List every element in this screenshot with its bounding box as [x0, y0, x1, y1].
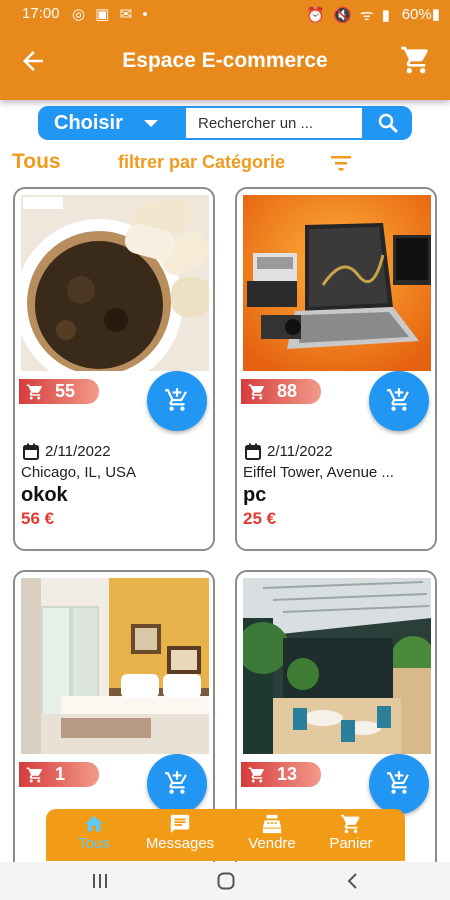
- product-date: 2/11/2022: [267, 443, 333, 460]
- filter-by-category[interactable]: filtrer par Catégorie: [118, 152, 285, 173]
- filter-all[interactable]: Tous: [12, 150, 61, 174]
- back-icon[interactable]: [343, 871, 363, 891]
- cart-icon: [340, 814, 360, 834]
- stock-badge: 1: [19, 762, 99, 787]
- nav-vendre[interactable]: Vendre: [232, 809, 312, 861]
- system-icons: ⏰ 🔇 ᯤ ▮: [306, 7, 392, 24]
- add-to-cart-button[interactable]: [369, 371, 429, 431]
- nav-messages[interactable]: Messages: [140, 809, 220, 861]
- caret-down-icon: [144, 120, 158, 127]
- stock-count: 55: [55, 381, 76, 401]
- stock-badge: 88: [241, 379, 321, 404]
- notification-icons: ◎ ▣ ✉ •: [72, 6, 151, 23]
- home-button-icon[interactable]: [216, 871, 236, 891]
- cart-icon[interactable]: [400, 44, 432, 76]
- stock-badge: 55: [19, 379, 99, 404]
- search-bar: Choisir: [38, 106, 412, 140]
- product-card[interactable]: 88 2/11/2022 Eiffel Tower, Avenue ... pc…: [235, 187, 437, 551]
- message-icon: [170, 814, 190, 834]
- product-name: okok: [21, 484, 68, 506]
- nav-panier[interactable]: Panier: [311, 809, 391, 861]
- add-cart-icon: [165, 388, 187, 411]
- product-image: [243, 195, 431, 371]
- add-to-cart-button[interactable]: [369, 754, 429, 814]
- bottom-navigation: Tous Messages Vendre Panier: [46, 809, 405, 861]
- filter-icon[interactable]: [330, 153, 352, 173]
- status-time: 17:00: [22, 5, 60, 22]
- home-icon: [84, 815, 104, 832]
- cash-register-icon: [262, 814, 282, 834]
- add-to-cart-button[interactable]: [147, 754, 207, 814]
- search-icon: [378, 113, 398, 133]
- category-dropdown[interactable]: Choisir: [38, 106, 184, 140]
- product-location: Eiffel Tower, Avenue ...: [243, 464, 394, 481]
- nav-label: Messages: [145, 835, 215, 852]
- cart-icon: [26, 384, 42, 400]
- calendar-icon: [245, 443, 261, 460]
- app-bar: 17:00 ◎ ▣ ✉ • ⏰ 🔇 ᯤ ▮ 60%▮ Espace E-comm…: [0, 0, 450, 100]
- category-label: Choisir: [54, 112, 123, 134]
- nav-label: Panier: [329, 835, 373, 852]
- nav-label: Vendre: [248, 835, 296, 852]
- stock-badge: 13: [241, 762, 321, 787]
- nav-tous[interactable]: Tous: [54, 809, 134, 861]
- product-image: [21, 578, 209, 754]
- cart-icon: [248, 767, 264, 783]
- add-cart-icon: [165, 771, 187, 794]
- product-price: 25 €: [243, 509, 277, 528]
- product-price: 56 €: [21, 509, 55, 528]
- product-location: Chicago, IL, USA: [21, 464, 137, 481]
- cart-icon: [248, 384, 264, 400]
- battery-level: 60%▮: [401, 6, 440, 23]
- system-navigation-bar: [0, 862, 450, 900]
- add-cart-icon: [387, 388, 409, 411]
- product-date: 2/11/2022: [45, 443, 111, 460]
- product-image: [21, 195, 209, 371]
- product-card[interactable]: 55 2/11/2022 Chicago, IL, USA okok 56 €: [13, 187, 215, 551]
- product-image: [243, 578, 431, 754]
- search-button[interactable]: [364, 106, 412, 140]
- add-to-cart-button[interactable]: [147, 371, 207, 431]
- add-cart-icon: [387, 771, 409, 794]
- page-title: Espace E-commerce: [122, 49, 328, 72]
- stock-count: 88: [277, 381, 298, 401]
- stock-count: 13: [277, 764, 298, 784]
- nav-label: Tous: [78, 835, 110, 852]
- calendar-icon: [23, 443, 39, 460]
- product-name: pc: [243, 484, 267, 506]
- search-input[interactable]: [184, 106, 364, 140]
- status-bar: 17:00 ◎ ▣ ✉ • ⏰ 🔇 ᯤ ▮ 60%▮: [0, 0, 450, 28]
- cart-icon: [26, 767, 42, 783]
- recent-apps-icon[interactable]: [90, 871, 110, 891]
- stock-count: 1: [55, 764, 66, 784]
